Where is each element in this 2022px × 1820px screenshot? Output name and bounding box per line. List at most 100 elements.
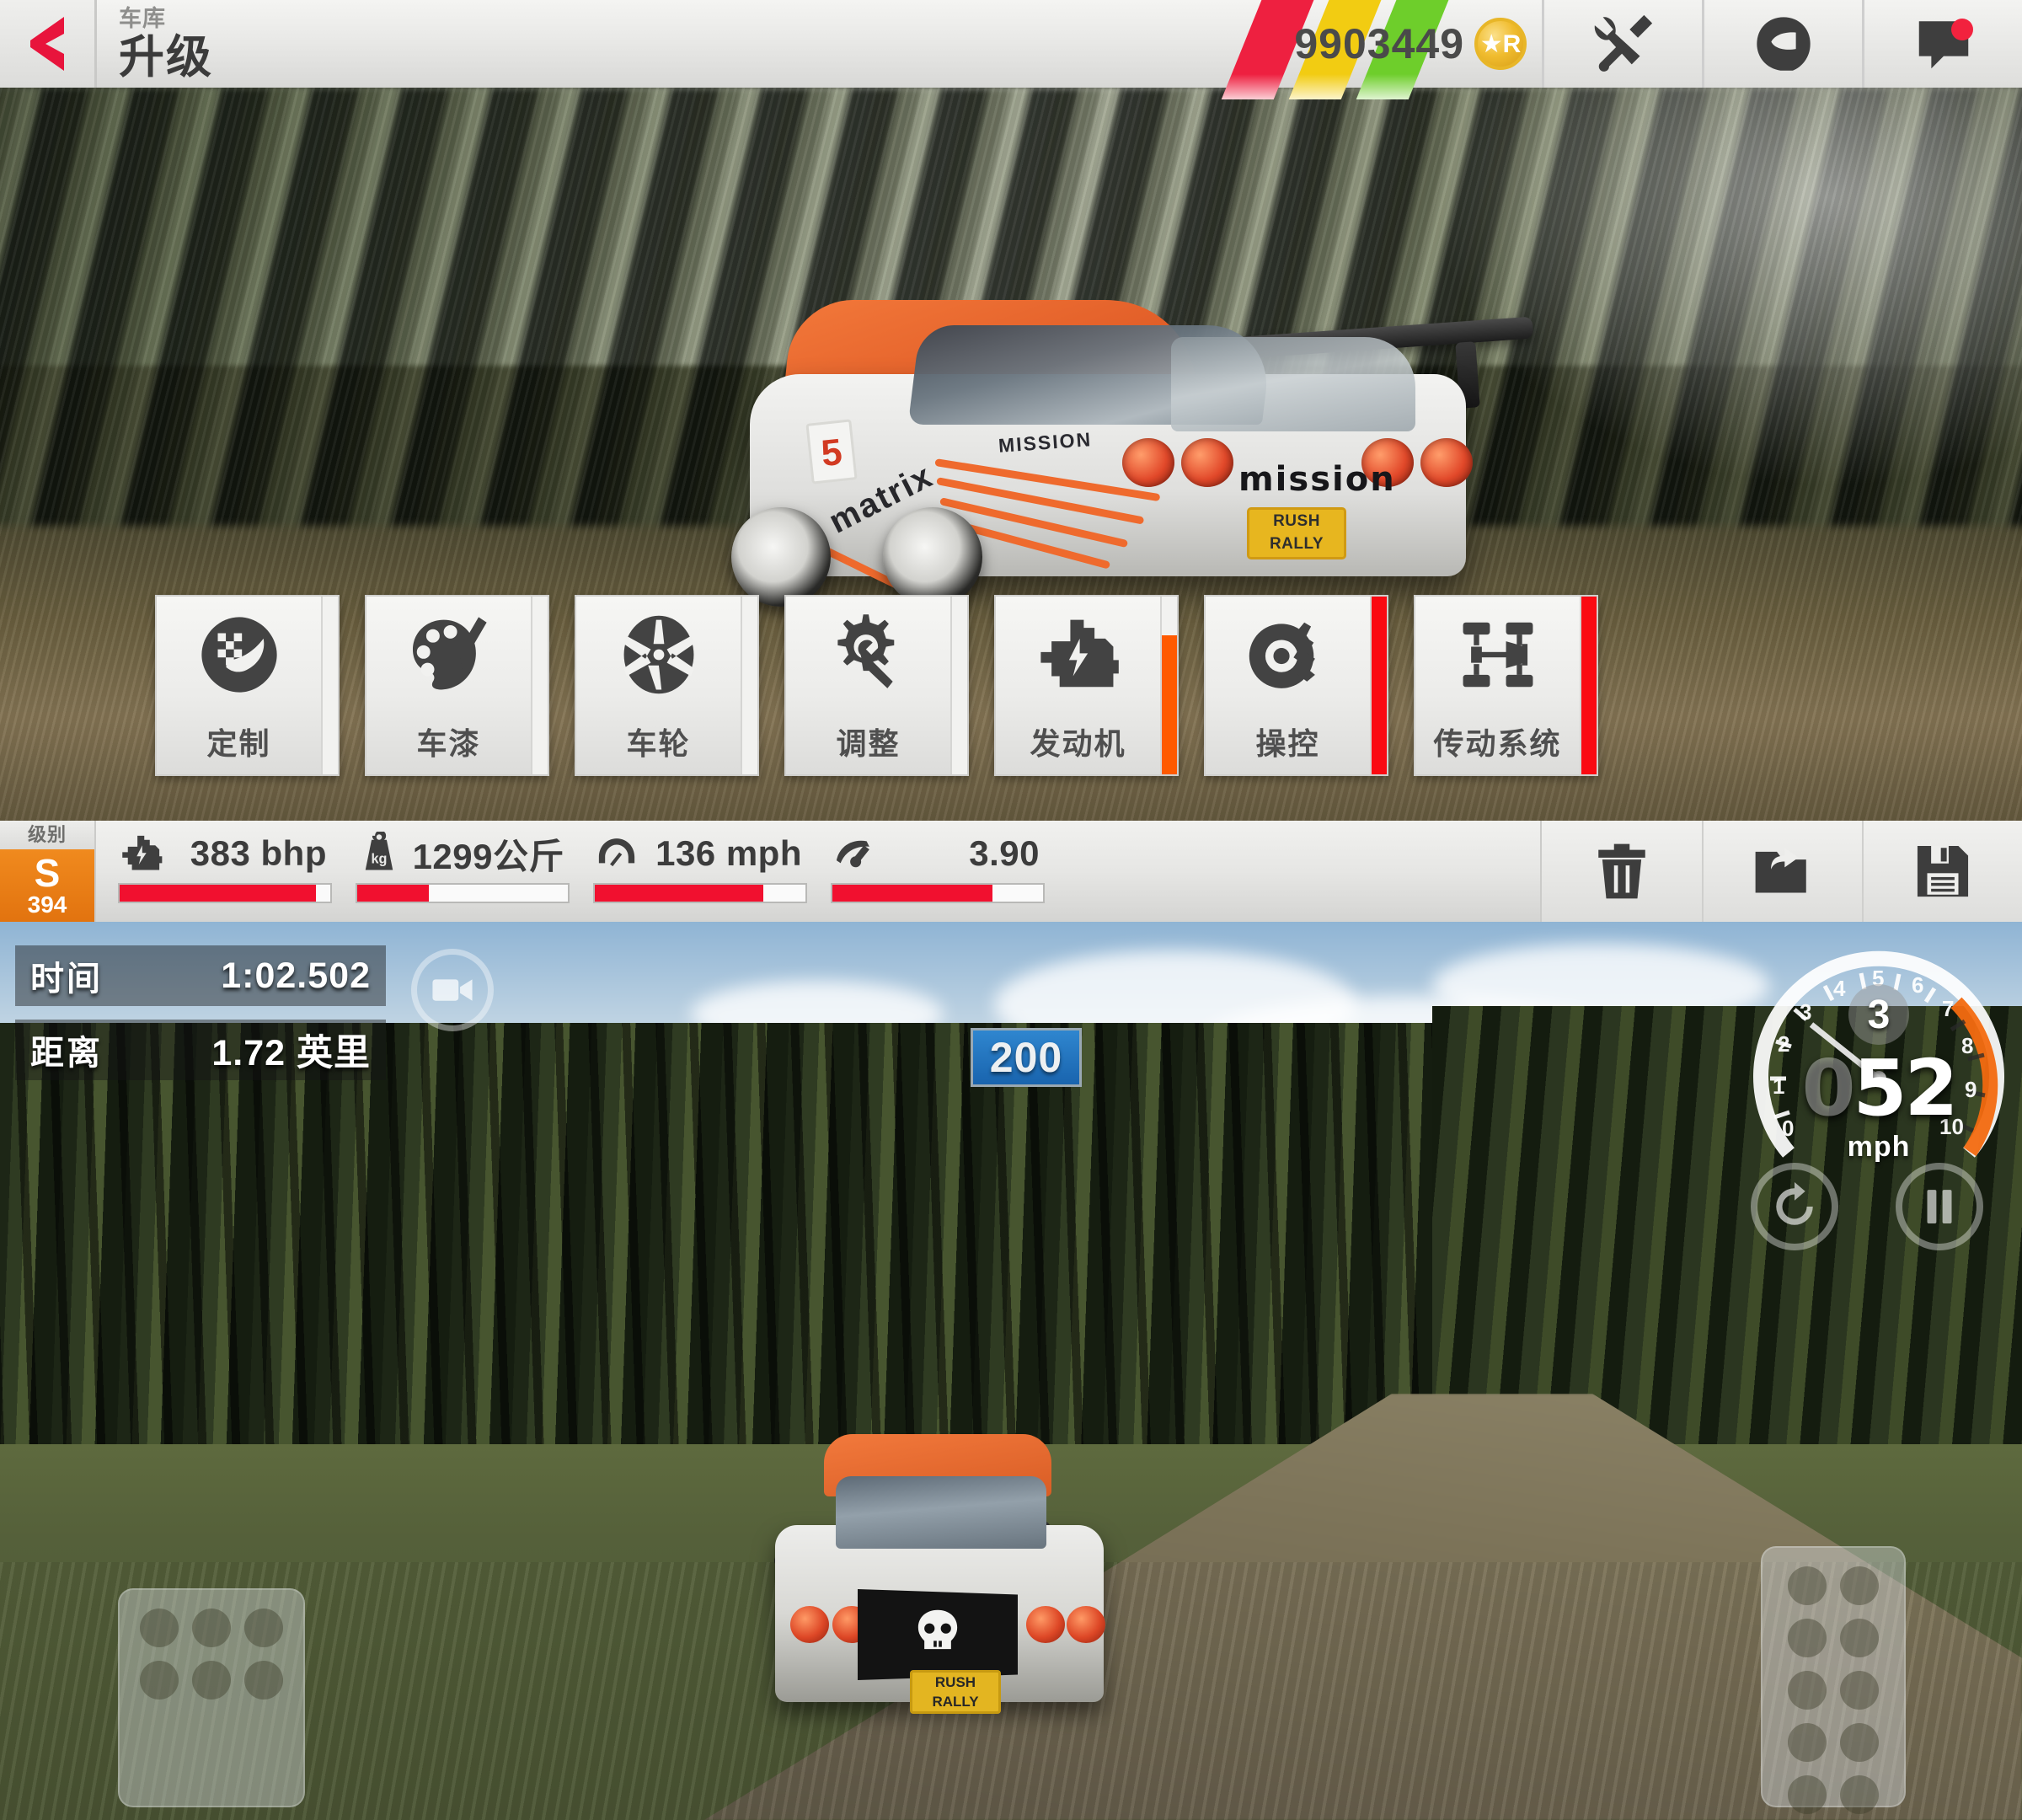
stat-value: 383 bhp	[190, 833, 327, 873]
tools-icon	[1594, 14, 1652, 72]
hud-distance-row: 距离 1.72 英里	[15, 1020, 386, 1080]
restart-button[interactable]	[1751, 1163, 1838, 1250]
camera-toggle-button[interactable]	[411, 949, 494, 1031]
stat-bar-fill	[120, 885, 316, 902]
upgrade-button-custom[interactable]: 定制	[155, 595, 340, 776]
player-tail-light	[790, 1606, 829, 1643]
accelerator-pedal[interactable]	[1761, 1546, 1906, 1814]
gear-number: 3	[1867, 992, 1891, 1037]
pause-button[interactable]	[1896, 1163, 1983, 1250]
stat-bar-fill	[357, 885, 429, 902]
speed-readout: 052	[1744, 1050, 2014, 1127]
rally-coin-icon: ★R	[1474, 18, 1527, 70]
delete-button[interactable]	[1542, 821, 1702, 922]
hud-distance-label: 距离	[30, 1035, 103, 1072]
hud-time-distance: 时间 1:02.502 距离 1.72 英里	[15, 945, 386, 1094]
distance-marker-value: 200	[989, 1034, 1063, 1081]
plate-line-1: RUSH	[1273, 512, 1320, 530]
stat-bar-fill	[595, 885, 763, 902]
upgrade-button-tuning[interactable]: 调整	[784, 595, 969, 776]
currency-value: 9903449	[1294, 20, 1464, 67]
class-badge-caption: 级别	[0, 821, 94, 849]
upgrade-meter	[1370, 597, 1387, 774]
upgrade-meter-fill	[1162, 635, 1177, 774]
stats-action-buttons	[1540, 821, 2022, 922]
flag-paint-icon	[196, 612, 282, 698]
showcase-rally-car: mission MISSION matrix 5 RUSH RALLY	[699, 281, 1534, 644]
upgrade-label: 操控	[1255, 725, 1320, 761]
car-stats-strip: 级别 S 394 383 bhp kg 1299公斤 136 mph 3.90	[0, 821, 2022, 922]
notification-badge-dot	[1951, 19, 1973, 40]
upgrade-button-paint[interactable]: 车漆	[365, 595, 549, 776]
plate-line-2: RALLY	[1269, 535, 1324, 553]
upgrade-button-drivetrain[interactable]: 传动系统	[1414, 595, 1598, 776]
stat-bar	[831, 883, 1045, 903]
stat-power: 383 bhp	[106, 821, 344, 903]
player-tail-light	[1026, 1606, 1065, 1643]
class-badge-body: S 394	[0, 849, 94, 922]
stat-bar	[118, 883, 332, 903]
trash-icon	[1598, 843, 1645, 899]
app-root: mission MISSION matrix 5 RUSH RALLY 车库 升…	[0, 0, 2022, 1820]
load-button[interactable]	[1702, 821, 1862, 922]
upgrade-button-handling[interactable]: 操控	[1204, 595, 1388, 776]
stat-top-speed: 136 mph	[581, 821, 819, 903]
upgrade-label: 传动系统	[1433, 725, 1562, 761]
upgrade-meter	[321, 597, 338, 774]
upgrade-button-wheels[interactable]: 车轮	[575, 595, 759, 776]
brake-disc-icon	[1245, 612, 1331, 698]
speed-leading-zero: 0	[1801, 1043, 1855, 1133]
upgrade-meter-fill	[1372, 597, 1387, 774]
svg-text:7: 7	[1942, 996, 1954, 1021]
upgrade-label: 发动机	[1030, 725, 1126, 761]
gear-wrench-icon	[826, 612, 912, 698]
upgrade-meter	[531, 597, 548, 774]
header-messages-button[interactable]	[1862, 0, 2022, 88]
upgrade-meter	[1160, 597, 1177, 774]
page-title: 升级	[119, 32, 213, 83]
upgrade-button-engine[interactable]: 发动机	[994, 595, 1179, 776]
upgrade-meter-fill	[1581, 597, 1597, 774]
class-letter: S	[34, 850, 61, 895]
hud-time-label: 时间	[30, 961, 103, 998]
stat-value: 3.90	[969, 833, 1040, 873]
currency-display[interactable]: 9903449 ★R	[1294, 0, 1527, 88]
speedometer-icon	[593, 830, 640, 877]
plate-line-2: RALLY	[932, 1694, 979, 1710]
upgrade-category-row: 定制 车漆 车轮 调整 发动机 操控 传动系统	[155, 595, 1598, 776]
stats-list: 383 bhp kg 1299公斤 136 mph 3.90	[94, 821, 1540, 922]
upgrade-label: 定制	[206, 725, 271, 761]
restart-icon	[1776, 1182, 1813, 1225]
car-wheel	[883, 507, 982, 607]
helmet-icon	[1756, 17, 1811, 71]
stat-bar	[356, 883, 570, 903]
brake-pedal[interactable]	[118, 1588, 305, 1807]
stat-weight: kg 1299公斤	[344, 821, 581, 903]
tail-light	[1122, 438, 1174, 487]
speed-number: 52	[1853, 1043, 1958, 1133]
class-points: 394	[27, 891, 67, 918]
car-race-number: 5	[805, 419, 858, 484]
upgrade-label: 车漆	[416, 725, 481, 761]
engine-icon	[118, 830, 165, 877]
drivetrain-icon	[1455, 612, 1541, 698]
distance-marker-sign: 200	[971, 1028, 1082, 1087]
header-tools-button[interactable]	[1542, 0, 1702, 88]
palette-icon	[406, 612, 492, 698]
player-tail-light	[1067, 1606, 1105, 1643]
save-button[interactable]	[1862, 821, 2022, 922]
car-license-plate: RUSH RALLY	[1247, 507, 1346, 559]
upgrade-meter	[741, 597, 757, 774]
garage-upgrade-screen: mission MISSION matrix 5 RUSH RALLY 车库 升…	[0, 0, 2022, 922]
back-button[interactable]	[0, 0, 94, 88]
tail-light	[1181, 438, 1233, 487]
upgrade-label: 车轮	[626, 725, 691, 761]
top-header-bar: 车库 升级 9903449 ★R	[0, 0, 2022, 99]
player-car-plate: RUSH RALLY	[910, 1670, 1001, 1714]
hud-time-value: 1:02.502	[221, 955, 371, 996]
header-driver-button[interactable]	[1702, 0, 1862, 88]
header-spacer: 9903449 ★R	[213, 0, 1542, 99]
plate-line-1: RUSH	[934, 1674, 976, 1690]
page-title-block: 车库 升级	[94, 0, 213, 88]
stat-bar-fill	[832, 885, 992, 902]
